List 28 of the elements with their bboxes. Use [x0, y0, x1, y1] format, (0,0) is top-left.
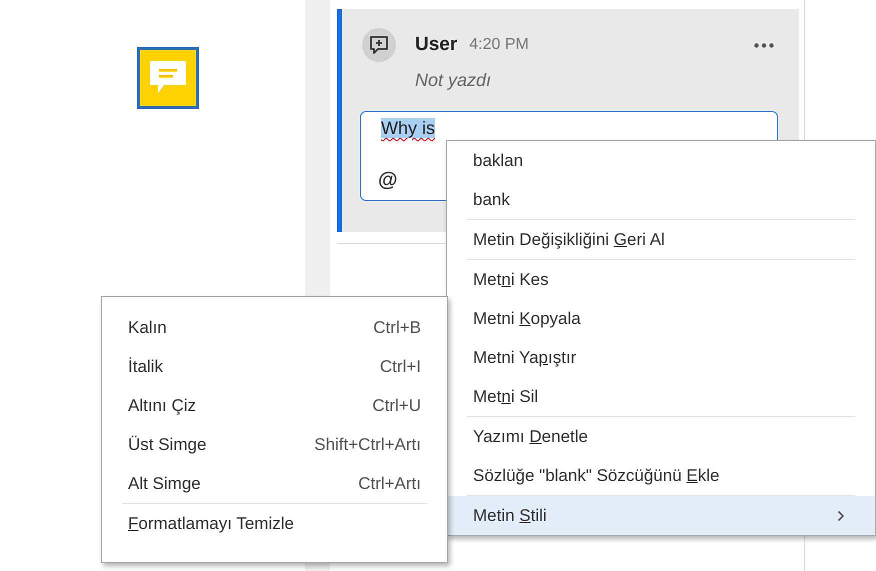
- menu-item[interactable]: Üst Simge Shift+Ctrl+Artı: [102, 425, 447, 464]
- shortcut-label: Ctrl+B: [373, 318, 421, 338]
- more-options-icon[interactable]: [754, 42, 774, 48]
- shortcut-label: Ctrl+I: [380, 356, 421, 376]
- shortcut-label: Shift+Ctrl+Artı: [314, 434, 421, 454]
- comment-subtitle: Not yazdı: [415, 70, 492, 91]
- menu-item[interactable]: Metni Kes: [447, 260, 875, 299]
- note-icon[interactable]: [137, 47, 199, 109]
- comment-time: 4:20 PM: [469, 36, 529, 54]
- menu-item[interactable]: Altını Çiz Ctrl+U: [102, 386, 447, 425]
- menu-item[interactable]: Metni Kopyala: [447, 299, 875, 338]
- menu-item[interactable]: İtalik Ctrl+I: [102, 347, 447, 386]
- reply-text: Why is: [381, 118, 435, 138]
- menu-item[interactable]: Sözlüğe "blank" Sözcüğünü Ekle: [447, 456, 875, 495]
- menu-item[interactable]: Metin Stili: [447, 496, 875, 535]
- menu-item[interactable]: bank: [447, 180, 875, 219]
- menu-item[interactable]: Yazımı Denetle: [447, 417, 875, 456]
- menu-item[interactable]: Formatlamayı Temizle: [102, 504, 447, 543]
- menu-item[interactable]: Metni Yapıştır: [447, 338, 875, 377]
- menu-item[interactable]: Metni Sil: [447, 377, 875, 416]
- menu-item[interactable]: Kalın Ctrl+B: [102, 308, 447, 347]
- menu-item[interactable]: baklan: [447, 141, 875, 180]
- author-name: User: [415, 34, 458, 56]
- menu-item[interactable]: Alt Simge Ctrl+Artı: [102, 464, 447, 503]
- shortcut-label: Ctrl+U: [372, 396, 421, 416]
- shortcut-label: Ctrl+Artı: [358, 474, 421, 494]
- comment-add-icon: [362, 28, 396, 62]
- menu-item[interactable]: Metin Değişikliğini Geri Al: [447, 220, 875, 259]
